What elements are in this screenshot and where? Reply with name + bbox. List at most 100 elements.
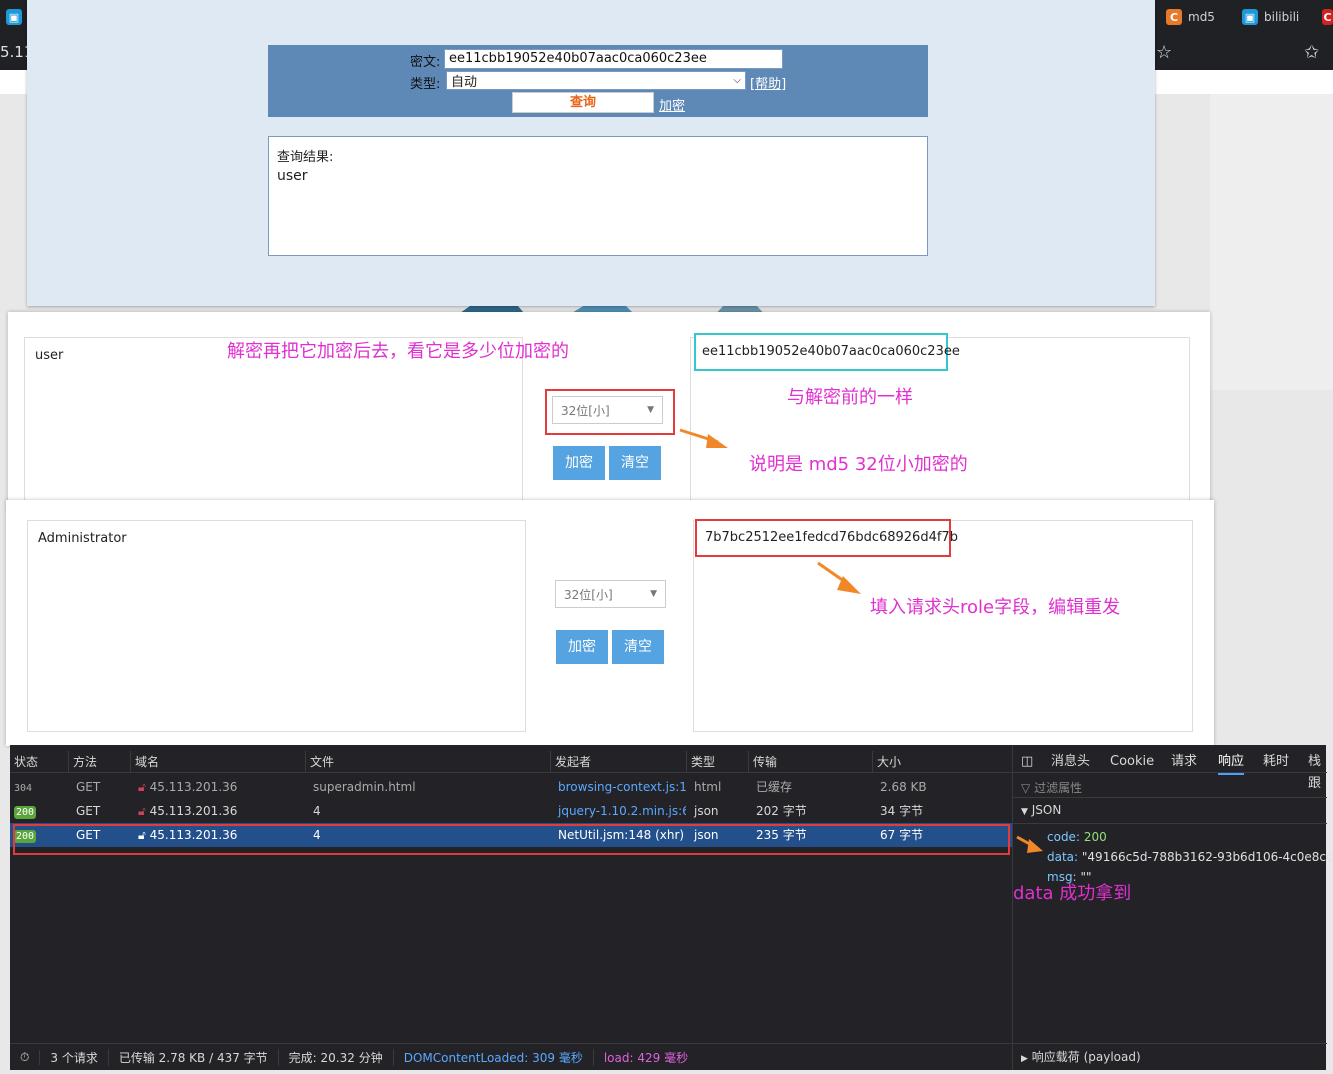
network-status-bar: ⏱ 3 个请求 已传输 2.78 KB / 437 字节 完成: 20.32 分… <box>10 1043 1012 1070</box>
json-key: code: <box>1047 830 1080 844</box>
bookmark-star-icon[interactable]: ✩ <box>1304 42 1319 63</box>
bilibili-tab-icon: ▣ <box>6 9 22 25</box>
insecure-lock-icon: 🔓︎ <box>138 804 146 818</box>
status-transferred: 已传输 2.78 KB / 437 字节 <box>109 1048 279 1066</box>
annotation-same-as-before: 与解密前的一样 <box>787 387 913 408</box>
row-file: superadmin.html <box>313 780 416 794</box>
mode-select-2[interactable]: 32位[小] ▼ <box>555 580 666 608</box>
row-method: GET <box>76 780 101 794</box>
tab-cookie[interactable]: Cookie <box>1110 751 1154 773</box>
encrypt-link[interactable]: 加密 <box>659 95 685 114</box>
browser-tab-md5[interactable]: C md5 <box>1160 0 1234 34</box>
col-type[interactable]: 类型 <box>686 751 748 772</box>
row-method: GET <box>76 804 101 818</box>
encrypt-button-1[interactable]: 加密 <box>553 446 605 480</box>
tab-response[interactable]: 响应 <box>1218 751 1245 775</box>
tab-timings[interactable]: 耗时 <box>1263 751 1289 773</box>
browser-tab-left[interactable]: ▣ <box>0 0 28 34</box>
table-row[interactable]: 304 GET 🔓︎ 45.113.201.36 superadmin.html… <box>10 775 1012 799</box>
stopwatch-icon: ⏱ <box>10 1049 41 1065</box>
star-icon[interactable]: ☆ <box>1156 42 1172 63</box>
tab-headers[interactable]: 消息头 <box>1051 751 1090 773</box>
filter-placeholder: 过滤属性 <box>1034 781 1083 795</box>
json-section-toggle[interactable]: ▼ JSON <box>1021 803 1061 817</box>
row-size: 2.68 KB <box>880 780 927 794</box>
row-transfer: 已缓存 <box>756 780 793 794</box>
type-label: 类型: <box>410 77 441 92</box>
col-domain[interactable]: 域名 <box>130 751 305 772</box>
cipher-input[interactable]: ee11cbb19052e40b07aac0ca060c23ee <box>444 49 783 69</box>
json-key: data: <box>1047 850 1079 864</box>
plaintext-input-2[interactable]: Administrator <box>27 520 526 732</box>
encrypt-button-2[interactable]: 加密 <box>556 630 608 664</box>
col-file[interactable]: 文件 <box>305 751 550 772</box>
row-domain: 45.113.201.36 <box>149 780 238 794</box>
chevron-right-icon: ▶ <box>1021 1054 1028 1064</box>
md5-tab-icon: C <box>1166 9 1182 25</box>
caret-down-icon: ▼ <box>650 589 657 599</box>
query-button[interactable]: 查询 <box>512 92 654 113</box>
ciphertext-value-1: ee11cbb19052e40b07aac0ca060c23ee <box>694 333 960 371</box>
page-background-right <box>1210 94 1333 390</box>
chevron-down-icon: ⌵ <box>733 75 741 86</box>
json-value: "49166c5d-788b3162-93b6d106-4c0e8cc6" <box>1081 850 1333 864</box>
status-requests: 3 个请求 <box>40 1048 109 1066</box>
col-initiator[interactable]: 发起者 <box>550 751 686 772</box>
dock-icon[interactable]: ◫ <box>1021 751 1033 773</box>
row-transfer: 202 字节 <box>756 804 807 818</box>
clear-button-2[interactable]: 清空 <box>612 630 664 664</box>
bilibili-tab-icon: ▣ <box>1242 9 1258 25</box>
result-label: 查询结果: <box>277 150 334 165</box>
row-size: 34 字节 <box>880 804 924 818</box>
divider <box>1013 823 1327 824</box>
tab-label: bilibili <box>1264 10 1300 24</box>
row-initiator[interactable]: browsing-context.js:1... <box>554 775 686 799</box>
cipher-label: 密文: <box>410 55 441 70</box>
payload-section-toggle[interactable]: ▶ 响应载荷 (payload) <box>1013 1043 1327 1070</box>
mode-select-value: 32位[小] <box>564 587 613 602</box>
arrow-icon <box>817 561 861 594</box>
arrow-icon <box>1016 835 1043 853</box>
row-initiator[interactable]: jquery-1.10.2.min.js:6 ... <box>554 799 686 823</box>
tab-stack[interactable]: 栈跟 <box>1308 751 1327 795</box>
annotation-data-obtained: data 成功拿到 <box>1013 883 1132 904</box>
csdn-tab-icon: C <box>1322 9 1333 25</box>
filter-properties-input[interactable]: ▽ 过滤属性 <box>1021 779 1082 796</box>
status-load: load: 429 毫秒 <box>603 1050 689 1065</box>
selected-row-highlight <box>13 824 1010 855</box>
col-status[interactable]: 状态 <box>10 751 68 772</box>
mode-select-1[interactable]: 32位[小] ▼ <box>552 396 663 424</box>
col-method[interactable]: 方法 <box>68 751 130 772</box>
filter-icon: ▽ <box>1021 781 1031 795</box>
status-finish: 完成: 20.32 分钟 <box>279 1048 394 1066</box>
table-row[interactable]: 200 GET 🔓︎ 45.113.201.36 4 jquery-1.10.2… <box>10 799 1012 823</box>
browser-tab-bilibili[interactable]: ▣ bilibili <box>1236 0 1314 34</box>
type-select-value: 自动 <box>451 75 478 90</box>
col-transfer[interactable]: 传输 <box>748 751 872 772</box>
insecure-lock-icon: 🔓︎ <box>138 780 146 794</box>
chevron-down-icon: ▼ <box>1021 807 1028 817</box>
query-result-box: 查询结果: user <box>268 136 928 256</box>
json-value: 200 <box>1083 830 1107 844</box>
row-type: html <box>694 780 722 794</box>
payload-label: 响应载荷 (payload) <box>1031 1050 1141 1064</box>
status-dcl: DOMContentLoaded: 309 毫秒 <box>394 1048 594 1066</box>
json-tree: code: 200 data: "49166c5d-788b3162-93b6d… <box>1047 827 1333 887</box>
request-table-header: 状态 方法 域名 文件 发起者 类型 传输 大小 <box>10 751 1012 773</box>
col-size[interactable]: 大小 <box>872 751 1012 772</box>
clear-button-1[interactable]: 清空 <box>609 446 661 480</box>
help-link[interactable]: [帮助] <box>750 73 786 92</box>
row-type: json <box>694 804 719 818</box>
row-file: 4 <box>313 804 321 818</box>
response-sidebar: ◫ 消息头 Cookie 请求 响应 耗时 栈跟 ▽ 过滤属性 ▼ JSON c… <box>1012 745 1333 1070</box>
result-value: user <box>277 168 308 184</box>
status-badge: 304 <box>14 783 33 794</box>
sidebar-tabs: ◫ 消息头 Cookie 请求 响应 耗时 栈跟 <box>1013 751 1327 791</box>
arrow-icon <box>679 428 728 448</box>
type-select[interactable]: 自动 ⌵ <box>446 71 746 90</box>
tab-request[interactable]: 请求 <box>1171 751 1197 773</box>
ciphertext-value-2: 7b7bc2512ee1fedcd76bdc68926d4f7b <box>695 519 958 557</box>
annotation-fill-role-header: 填入请求头role字段，编辑重发 <box>870 597 1121 618</box>
browser-tab-extra[interactable]: C <box>1316 0 1333 34</box>
status-badge: 200 <box>14 806 37 819</box>
